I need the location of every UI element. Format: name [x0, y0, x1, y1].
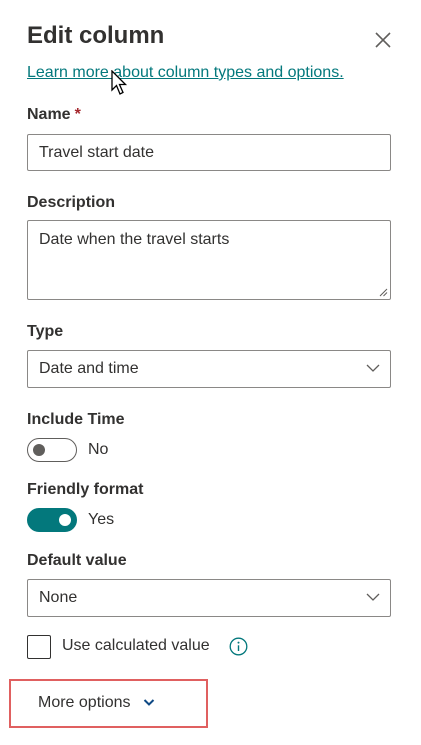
description-label: Description [27, 194, 116, 211]
description-value: Date when the travel starts [39, 231, 230, 248]
chevron-down-icon [143, 699, 155, 707]
mouse-pointer-icon [110, 69, 128, 96]
toggle-knob [33, 444, 45, 456]
type-dropdown[interactable]: Date and time [27, 350, 391, 388]
calculated-value-label: Use calculated value [62, 637, 210, 654]
type-label: Type [27, 323, 64, 340]
friendly-format-state: Yes [88, 511, 115, 528]
resize-handle-icon[interactable] [378, 287, 388, 297]
default-value-dropdown[interactable]: None [27, 579, 391, 617]
learn-more-link[interactable]: Learn more about column types and option… [27, 64, 344, 82]
more-options-label: More options [38, 694, 131, 711]
more-options-button[interactable]: More options [38, 694, 155, 712]
friendly-format-toggle[interactable] [27, 508, 77, 532]
close-icon[interactable] [372, 29, 394, 51]
type-value: Date and time [39, 360, 139, 377]
name-label-text: Name [27, 106, 71, 123]
name-input-value: Travel start date [39, 144, 155, 161]
calculated-value-checkbox[interactable] [27, 635, 51, 659]
panel-title: Edit column [27, 22, 165, 49]
description-textarea[interactable]: Date when the travel starts [27, 220, 391, 300]
info-icon[interactable] [229, 637, 248, 656]
chevron-down-icon [366, 364, 380, 372]
name-input[interactable]: Travel start date [27, 134, 391, 171]
include-time-state: No [88, 441, 109, 458]
name-label: Name * [27, 106, 81, 124]
edit-column-panel: Edit column Learn more about column type… [0, 0, 421, 745]
toggle-knob [59, 514, 71, 526]
default-value-value: None [39, 589, 78, 606]
chevron-down-icon [366, 593, 380, 601]
include-time-toggle[interactable] [27, 438, 77, 462]
required-mark: * [74, 106, 81, 123]
include-time-label: Include Time [27, 411, 125, 428]
default-value-label: Default value [27, 552, 127, 569]
friendly-format-label: Friendly format [27, 481, 144, 498]
